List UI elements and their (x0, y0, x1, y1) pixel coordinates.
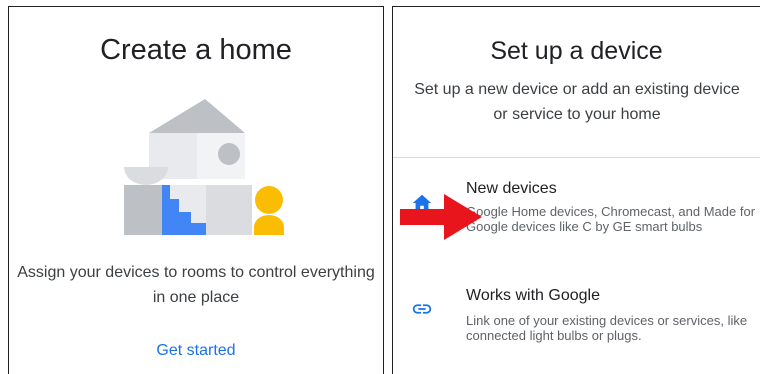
panel-description: Assign your devices to rooms to control … (17, 264, 375, 306)
works-with-google-option[interactable]: Works with Google Link one of your exist… (393, 287, 760, 367)
panel-title: Set up a device (490, 37, 663, 65)
setup-device-panel: Set up a device Set up a new device or a… (392, 6, 760, 374)
link-icon (412, 304, 432, 314)
option-description: Google Home devices, Chromecast, and Mad… (466, 204, 756, 234)
get-started-link[interactable]: Get started (9, 342, 383, 360)
divider (393, 157, 760, 158)
panel-title: Create a home (100, 34, 292, 66)
red-arrow-annotation (400, 194, 482, 240)
home-illustration (124, 99, 284, 235)
option-title: Works with Google (466, 287, 600, 304)
create-home-panel: Create a home Assign your devices to roo… (8, 6, 384, 374)
option-description: Link one of your existing devices or ser… (466, 313, 748, 343)
panel-subtitle: Set up a new device or add an existing d… (414, 81, 740, 123)
